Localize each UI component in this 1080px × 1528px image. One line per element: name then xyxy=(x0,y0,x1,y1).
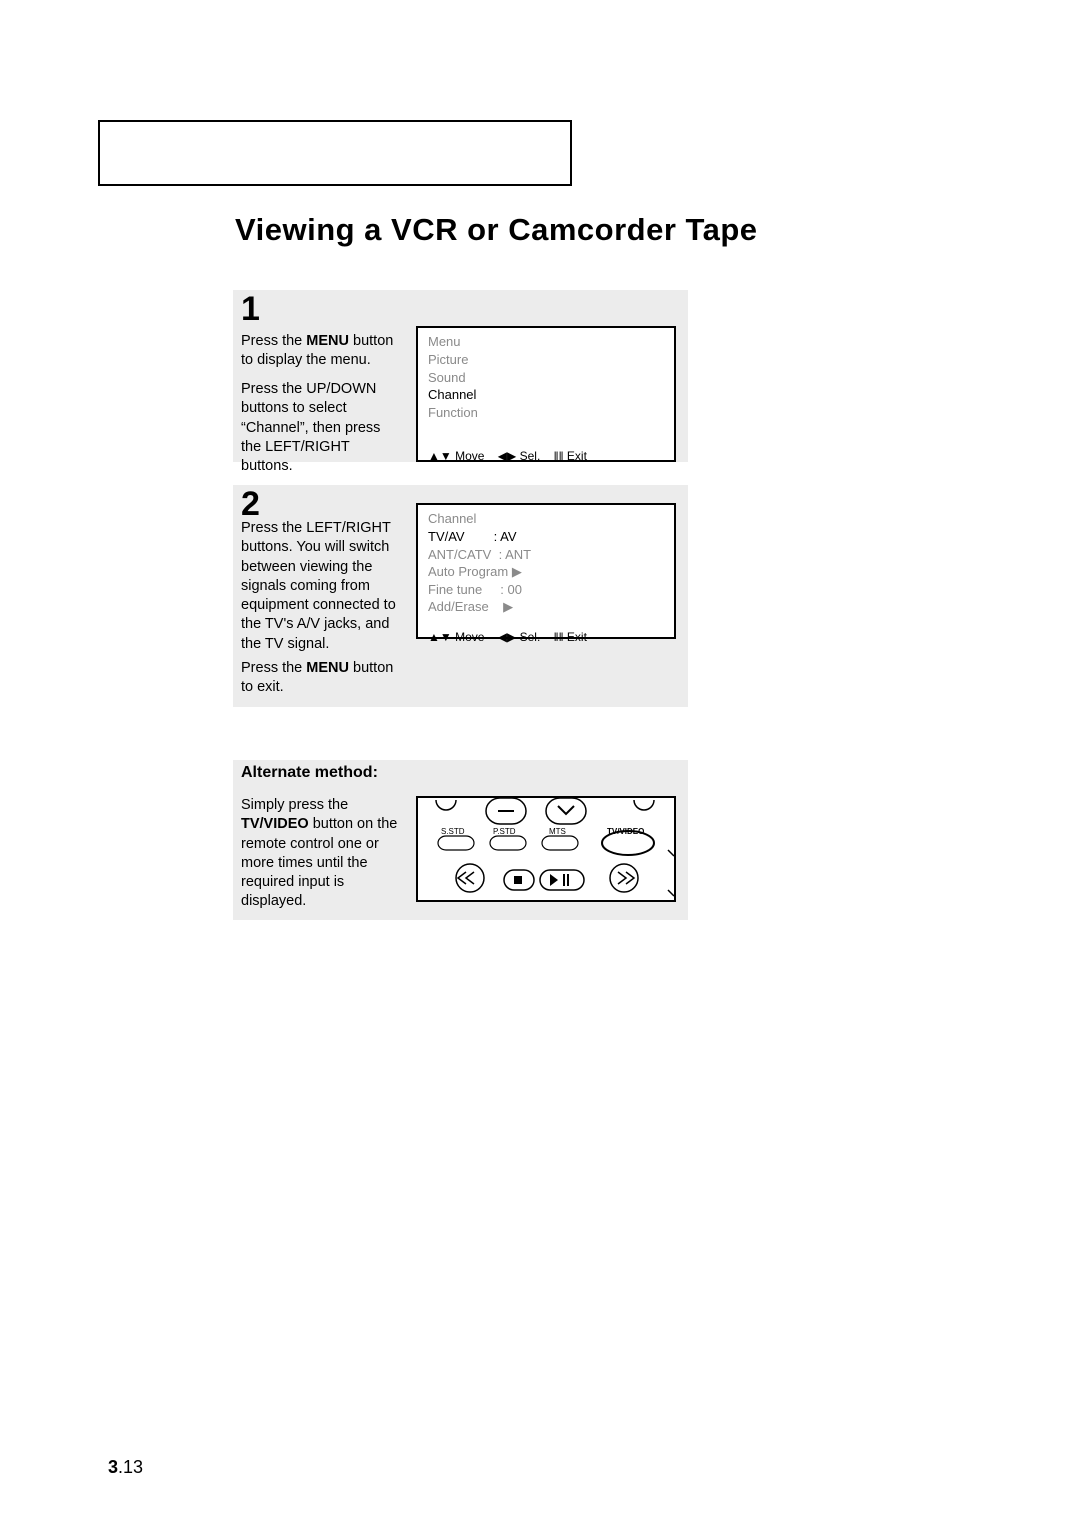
remote-btn-tvvideo: TV/VIDEO xyxy=(607,827,644,836)
tvvideo-label: TV/VIDEO xyxy=(241,816,309,832)
alternate-heading: Alternate method: xyxy=(241,764,378,782)
arrow-icon: ▶ xyxy=(503,599,513,614)
step-2-text-1: Press the LEFT/RIGHT buttons. You will s… xyxy=(241,519,401,654)
osd-heading: Channel xyxy=(428,511,664,526)
menu-label: MENU xyxy=(306,660,349,676)
page-number-page: .13 xyxy=(118,1457,143,1477)
osd-footer: ▲▼ Move ◀▶ Sel. ‖‖ Exit xyxy=(428,630,664,648)
osd-footer: ▲▼ Move ◀▶ Sel. ‖‖ Exit xyxy=(428,449,664,467)
label: ANT/CATV xyxy=(428,546,491,564)
value: : 00 xyxy=(500,582,522,597)
step-2-block: 2 Press the LEFT/RIGHT buttons. You will… xyxy=(233,485,688,707)
osd-item-adderase: Add/Erase ▶ xyxy=(428,598,664,616)
foot-move: Move xyxy=(455,449,484,463)
step-1-text-2: Press the UP/DOWN buttons to select “Cha… xyxy=(241,380,401,476)
step-2-text-2: Press the MENU button to exit. xyxy=(241,659,401,698)
page-number: 3.13 xyxy=(108,1457,143,1478)
updown-icon: ▲▼ xyxy=(428,630,452,644)
label: Fine tune xyxy=(428,581,482,599)
osd-item-autoprogram: Auto Program ▶ xyxy=(428,563,664,581)
arrow-icon: ▶ xyxy=(512,564,522,579)
step-1-number: 1 xyxy=(241,290,260,329)
manual-page: Viewing a VCR or Camcorder Tape 1 Press … xyxy=(0,0,1080,1528)
page-title: Viewing a VCR or Camcorder Tape xyxy=(235,212,758,248)
value: : ANT xyxy=(499,547,532,562)
alternate-block: Alternate method: Simply press the TV/VI… xyxy=(233,760,688,920)
remote-btn-mts: MTS xyxy=(549,827,566,836)
foot-exit: Exit xyxy=(567,449,587,463)
osd-screen-channel: Channel TV/AV : AV ANT/CATV : ANT Auto P… xyxy=(416,503,676,639)
menu-icon: ‖‖ xyxy=(554,630,564,644)
foot-exit: Exit xyxy=(567,630,587,644)
label: Add/Erase xyxy=(428,598,489,616)
menu-icon: ‖‖ xyxy=(554,449,564,463)
leftright-icon: ◀▶ xyxy=(498,449,516,463)
remote-btn-sstd: S.STD xyxy=(441,827,465,836)
page-number-chapter: 3 xyxy=(108,1457,118,1477)
alternate-text: Simply press the TV/VIDEO button on the … xyxy=(241,796,401,912)
osd-item-channel: Channel xyxy=(428,386,664,404)
osd-heading: Menu xyxy=(428,334,664,349)
foot-move: Move xyxy=(455,630,484,644)
remote-btn-pstd: P.STD xyxy=(493,827,516,836)
text: Press the xyxy=(241,660,306,676)
foot-sel: Sel. xyxy=(520,449,541,463)
remote-illustration: S.STD P.STD MTS TV/VIDEO xyxy=(416,796,676,902)
leftright-icon: ◀▶ xyxy=(498,630,516,644)
step-1-text-1: Press the MENU button to display the men… xyxy=(241,332,401,371)
label: Auto Program xyxy=(428,563,508,581)
value: : AV xyxy=(494,529,517,544)
text: Simply press the xyxy=(241,797,348,813)
updown-icon: ▲▼ xyxy=(428,449,452,463)
osd-item-finetune: Fine tune : 00 xyxy=(428,581,664,599)
menu-label: MENU xyxy=(306,333,349,349)
step-1-block: 1 Press the MENU button to display the m… xyxy=(233,290,688,462)
osd-item-picture: Picture xyxy=(428,351,664,369)
osd-item-tvav: TV/AV : AV xyxy=(428,528,664,546)
text: Press the xyxy=(241,333,306,349)
osd-screen-menu: Menu Picture Sound Channel Function ▲▼ M… xyxy=(416,326,676,462)
header-box xyxy=(98,120,572,186)
label: TV/AV xyxy=(428,528,472,546)
osd-item-function: Function xyxy=(428,404,664,422)
foot-sel: Sel. xyxy=(520,630,541,644)
osd-item-antcatv: ANT/CATV : ANT xyxy=(428,546,664,564)
osd-item-sound: Sound xyxy=(428,369,664,387)
